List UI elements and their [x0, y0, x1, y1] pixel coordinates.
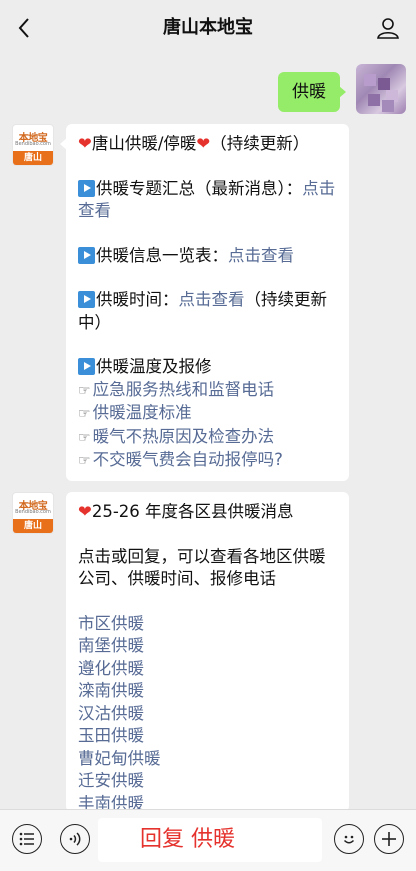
heart-icon: ❤ [78, 502, 92, 521]
message-bubble-heating-info: ❤唐山供暖/停暖❤（持续更新） 供暖专题汇总（最新消息）：点击查看 供暖信息一览… [60, 124, 349, 481]
chat-title: 唐山本地宝 [163, 17, 253, 38]
district-link[interactable]: 汉沽供暖 [78, 703, 337, 726]
sent-message: 供暖 [276, 64, 406, 124]
district-link[interactable]: 市区供暖 [78, 613, 337, 636]
play-icon [78, 246, 95, 264]
heart-icon: ❤ [196, 134, 211, 153]
district-link[interactable]: 玉田供暖 [78, 725, 337, 748]
plus-icon [382, 832, 396, 846]
sub-link-item: ☞ 不交暖气费会自动报停吗? [78, 449, 337, 473]
sub-link[interactable]: 不交暖气费会自动报停吗? [93, 450, 283, 469]
district-link[interactable]: 曹妃甸供暖 [78, 748, 337, 771]
district-link[interactable]: 迁安供暖 [78, 770, 337, 793]
message-description: 点击或回复，可以查看各地区供暖公司、供暖时间、报修电话 [78, 546, 326, 589]
sub-link-item: ☞ 暖气不热原因及检查办法 [78, 426, 337, 450]
list-icon [19, 832, 34, 846]
logo-subtext: Bendibao.com [15, 509, 51, 515]
list-item: 供暖温度及报修 [78, 356, 337, 379]
pointing-hand-icon: ☞ [78, 429, 91, 446]
message-title: ❤25-26 年度各区县供暖消息 [78, 502, 294, 521]
district-link[interactable]: 滦南供暖 [78, 680, 337, 703]
list-item: 供暖信息一览表：点击查看 [78, 245, 337, 268]
top-bar: 唐山本地宝 [0, 0, 416, 56]
logo-city: 唐山 [13, 151, 53, 165]
view-link[interactable]: 点击查看 [179, 290, 245, 309]
voice-icon [69, 832, 81, 846]
district-link[interactable]: 南堡供暖 [78, 635, 337, 658]
chat-input-bar: 回复 供暖 [0, 809, 416, 871]
emoji-button[interactable] [334, 824, 364, 854]
sub-link[interactable]: 供暖温度标准 [93, 403, 192, 422]
sub-link[interactable]: 暖气不热原因及检查办法 [93, 427, 275, 446]
view-link[interactable]: 点击查看 [228, 246, 294, 265]
sub-link[interactable]: 应急服务热线和监督电话 [93, 380, 275, 399]
play-icon [78, 179, 95, 197]
sub-link-item: ☞ 应急服务热线和监督电话 [78, 379, 337, 403]
list-item: 供暖专题汇总（最新消息）：点击查看 [78, 178, 336, 220]
add-button[interactable] [374, 824, 404, 854]
message-input[interactable]: 回复 供暖 [98, 818, 322, 862]
menu-button[interactable] [12, 824, 42, 854]
list-item: 供暖时间：点击查看（持续更新中） [78, 290, 327, 332]
pointing-hand-icon: ☞ [78, 406, 91, 422]
pointing-hand-icon: ☞ [78, 453, 91, 469]
pointing-hand-icon: ☞ [78, 382, 91, 399]
sub-link-item: ☞ 供暖温度标准 [78, 402, 337, 426]
bot-avatar[interactable]: 本地宝 Bendibao.com 唐山 [12, 492, 54, 534]
user-avatar[interactable] [356, 64, 406, 114]
play-icon [78, 291, 95, 308]
message-bubble-district-list: ❤25-26 年度各区县供暖消息 点击或回复，可以查看各地区供暖公司、供暖时间、… [66, 492, 349, 812]
voice-button[interactable] [60, 824, 90, 854]
emoji-icon [343, 835, 355, 844]
heart-icon: ❤ [78, 134, 92, 153]
bot-avatar[interactable]: 本地宝 Bendibao.com 唐山 [12, 124, 54, 166]
logo-city: 唐山 [13, 519, 53, 533]
profile-button[interactable] [374, 14, 402, 42]
play-icon [78, 358, 95, 375]
district-link[interactable]: 遵化供暖 [78, 658, 337, 681]
logo-subtext: Bendibao.com [15, 141, 51, 147]
message-title: ❤唐山供暖/停暖❤（持续更新） [78, 134, 310, 153]
user-icon [377, 18, 399, 39]
sent-message-bubble[interactable]: 供暖 [278, 72, 346, 112]
